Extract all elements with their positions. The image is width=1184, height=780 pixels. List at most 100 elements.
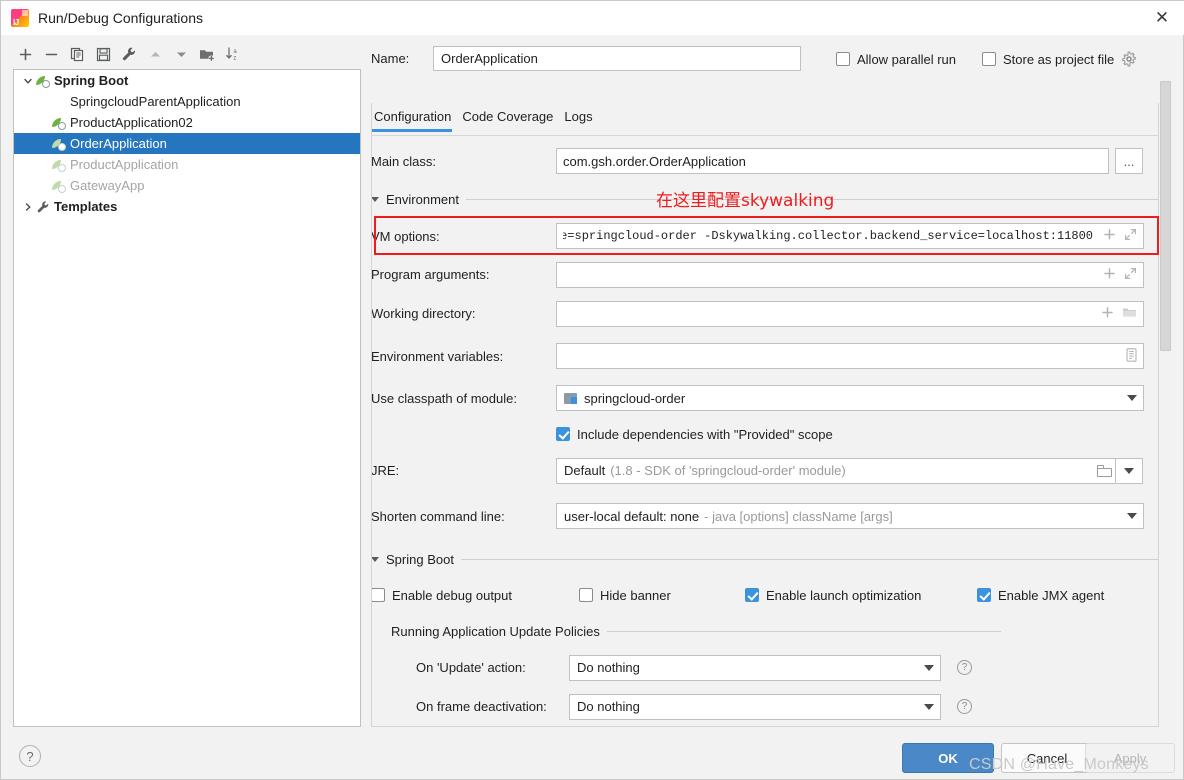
wrench-icon[interactable]	[117, 42, 141, 66]
expand-icon[interactable]	[1124, 267, 1137, 283]
chevron-down-icon[interactable]	[20, 73, 36, 89]
section-divider	[461, 559, 1161, 560]
chevron-right-icon[interactable]	[20, 199, 36, 215]
on-update-action-label: On 'Update' action:	[416, 660, 569, 675]
help-icon[interactable]: ?	[957, 699, 972, 714]
on-update-action-value: Do nothing	[577, 660, 640, 675]
hide-banner-checkbox[interactable]: Hide banner	[579, 588, 745, 603]
close-icon[interactable]: ✕	[1139, 1, 1184, 35]
tree-node-spring-boot[interactable]: Spring Boot	[14, 70, 360, 91]
shorten-command-line-select[interactable]: user-local default: none - java [options…	[556, 503, 1144, 529]
tree-node-label: SpringcloudParentApplication	[70, 94, 241, 109]
folder-icon[interactable]	[1122, 306, 1137, 322]
working-directory-label: Working directory:	[371, 306, 556, 321]
title-bar: Run/Debug Configurations ✕	[1, 1, 1184, 35]
environment-variables-input[interactable]	[556, 343, 1144, 369]
remove-configuration-button[interactable]	[39, 42, 63, 66]
on-frame-deactivation-label: On frame deactivation:	[416, 699, 569, 714]
folder-icon[interactable]	[1093, 459, 1115, 483]
tree-node-order-application[interactable]: OrderApplication	[14, 133, 360, 154]
store-as-project-file-checkbox[interactable]: Store as project file	[982, 51, 1137, 67]
enable-debug-output-checkbox[interactable]: Enable debug output	[371, 588, 579, 603]
scrollbar-thumb[interactable]	[1160, 81, 1171, 351]
configurations-tree[interactable]: Spring Boot SpringcloudParentApplication…	[13, 69, 361, 727]
on-frame-deactivation-value: Do nothing	[577, 699, 640, 714]
jre-select[interactable]: Default (1.8 - SDK of 'springcloud-order…	[556, 458, 1116, 484]
move-up-button[interactable]	[143, 42, 167, 66]
on-frame-deactivation-select[interactable]: Do nothing	[569, 694, 941, 720]
header-options: Allow parallel run Store as project file	[836, 51, 1137, 67]
spring-boot-icon	[52, 158, 70, 172]
include-provided-scope-checkbox[interactable]: Include dependencies with "Provided" sco…	[556, 427, 833, 442]
chevron-down-icon[interactable]	[1121, 504, 1143, 528]
help-button[interactable]: ?	[19, 745, 41, 767]
use-classpath-of-module-select[interactable]: springcloud-order	[556, 385, 1144, 411]
list-icon[interactable]	[1126, 348, 1137, 365]
sort-alphabetical-icon[interactable]: a z	[221, 42, 245, 66]
help-icon[interactable]: ?	[957, 660, 972, 675]
configuration-form: Main class: com.gsh.order.OrderApplicati…	[371, 141, 1161, 726]
checkbox-box[interactable]	[836, 52, 850, 66]
environment-section-label: Environment	[386, 192, 459, 207]
chevron-down-icon[interactable]	[918, 656, 940, 680]
spring-boot-options-row: Enable debug output Hide banner Enable l…	[371, 576, 1161, 614]
chevron-down-icon[interactable]	[1121, 386, 1143, 410]
working-directory-input[interactable]	[556, 301, 1144, 327]
on-update-action-select[interactable]: Do nothing	[569, 655, 941, 681]
tree-node-templates[interactable]: Templates	[14, 196, 360, 217]
enable-launch-optimization-checkbox[interactable]: Enable launch optimization	[745, 588, 977, 603]
module-icon	[564, 392, 578, 405]
checkbox-box[interactable]	[982, 52, 996, 66]
tab-code-coverage[interactable]: Code Coverage	[459, 107, 561, 132]
checkbox-box[interactable]	[556, 427, 570, 441]
add-configuration-button[interactable]	[13, 42, 37, 66]
caret-down-icon[interactable]	[371, 557, 379, 562]
program-arguments-input[interactable]	[556, 262, 1144, 288]
on-update-action-row: On 'Update' action: Do nothing ?	[371, 648, 1161, 687]
main-class-browse-button[interactable]: ...	[1115, 148, 1143, 174]
tree-node-label: OrderApplication	[70, 136, 167, 151]
checkbox-box[interactable]	[977, 588, 991, 602]
name-input[interactable]: OrderApplication	[433, 46, 801, 71]
plus-icon[interactable]	[1103, 228, 1116, 244]
name-row: Name: OrderApplication	[371, 46, 801, 71]
use-classpath-of-module-label: Use classpath of module:	[371, 391, 556, 406]
tree-node-product-application[interactable]: ProductApplication	[14, 154, 360, 175]
run-debug-configurations-dialog: Run/Debug Configurations ✕	[0, 0, 1184, 780]
copy-configuration-button[interactable]	[65, 42, 89, 66]
configuration-pane: Name: OrderApplication Allow parallel ru…	[371, 41, 1171, 727]
shorten-command-line-value: user-local default: none	[564, 509, 699, 524]
tab-logs[interactable]: Logs	[561, 107, 600, 132]
spring-boot-section-header[interactable]: Spring Boot	[371, 542, 1161, 576]
jre-dropdown-button[interactable]	[1115, 458, 1143, 484]
tree-node-gateway-app[interactable]: GatewayApp	[14, 175, 360, 196]
tree-node-label: ProductApplication	[70, 157, 178, 172]
program-arguments-row: Program arguments:	[371, 255, 1161, 294]
enable-jmx-agent-checkbox[interactable]: Enable JMX agent	[977, 588, 1104, 603]
chevron-down-icon[interactable]	[1124, 468, 1134, 474]
main-class-input[interactable]: com.gsh.order.OrderApplication	[556, 148, 1109, 174]
tree-node-label: GatewayApp	[70, 178, 144, 193]
expand-icon[interactable]	[1124, 228, 1137, 244]
move-down-button[interactable]	[169, 42, 193, 66]
gear-icon[interactable]	[1121, 51, 1137, 67]
hide-banner-label: Hide banner	[600, 588, 671, 603]
checkbox-box[interactable]	[745, 588, 759, 602]
vm-options-row: VM options: ne=springcloud-order -Dskywa…	[371, 217, 1161, 255]
plus-icon[interactable]	[1103, 267, 1116, 283]
working-directory-row: Working directory:	[371, 294, 1161, 333]
tree-node-label: Templates	[54, 199, 117, 214]
checkbox-box[interactable]	[371, 588, 385, 602]
plus-icon[interactable]	[1101, 306, 1114, 322]
save-configuration-button[interactable]	[91, 42, 115, 66]
vm-options-input[interactable]: ne=springcloud-order -Dskywalking.collec…	[556, 223, 1144, 249]
shorten-command-line-hint: - java [options] className [args]	[704, 509, 893, 524]
tree-node-product-application-02[interactable]: ProductApplication02	[14, 112, 360, 133]
checkbox-box[interactable]	[579, 588, 593, 602]
chevron-down-icon[interactable]	[918, 695, 940, 719]
folder-add-icon[interactable]	[195, 42, 219, 66]
tree-node-springcloud-parent-application[interactable]: SpringcloudParentApplication	[14, 91, 360, 112]
tab-configuration[interactable]: Configuration	[371, 107, 459, 132]
allow-parallel-run-checkbox[interactable]: Allow parallel run	[836, 52, 956, 67]
caret-down-icon[interactable]	[371, 197, 379, 202]
